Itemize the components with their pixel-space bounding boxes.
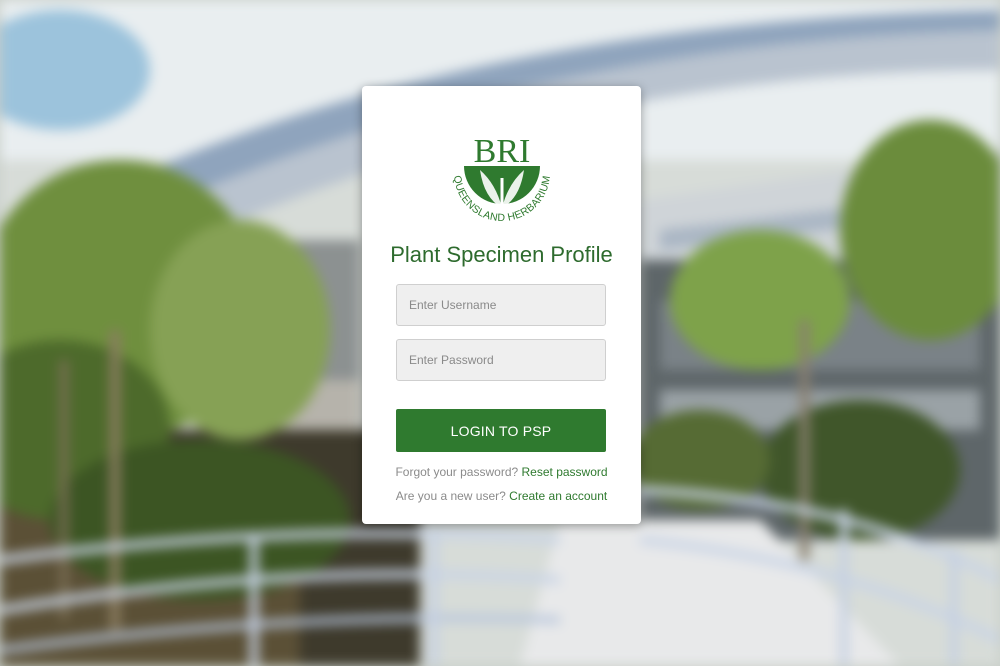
login-card: BRI QUEENSLAND HERBARIUM Plant Specimen …	[362, 86, 641, 524]
password-input[interactable]	[396, 339, 606, 381]
reset-password-link[interactable]: Reset password	[522, 465, 608, 479]
queensland-herbarium-logo: BRI QUEENSLAND HERBARIUM	[451, 133, 553, 224]
create-account-link[interactable]: Create an account	[509, 489, 607, 503]
logo-initials: BRI	[474, 133, 531, 170]
new-user-line: Are you a new user? Create an account	[362, 489, 641, 503]
new-user-text: Are you a new user?	[395, 489, 506, 503]
forgot-password-text: Forgot your password?	[395, 465, 519, 479]
username-input[interactable]	[396, 284, 606, 326]
login-button[interactable]: LOGIN TO PSP	[396, 409, 606, 452]
page-title: Plant Specimen Profile	[390, 242, 613, 267]
forgot-password-line: Forgot your password? Reset password	[362, 465, 641, 479]
